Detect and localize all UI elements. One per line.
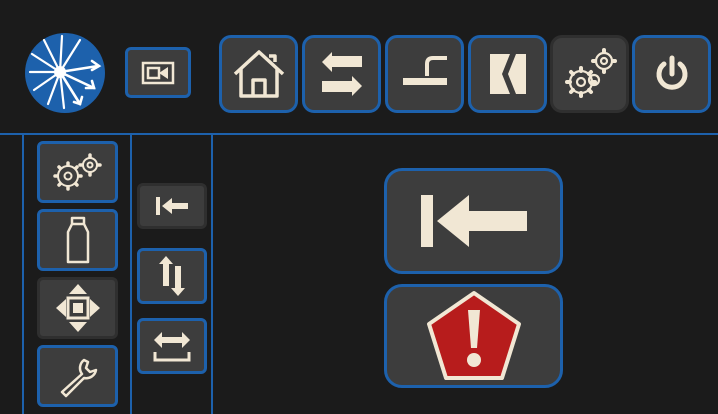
swap-icon <box>321 52 362 96</box>
warning-icon <box>426 291 521 380</box>
sidebar-weight-button[interactable] <box>37 209 118 271</box>
sidebar-gears-button[interactable] <box>37 141 118 203</box>
main-move-left-button[interactable] <box>384 168 563 274</box>
horizontal-span-icon <box>153 332 191 362</box>
power-icon <box>656 55 687 90</box>
move-left-icon <box>420 195 527 247</box>
wrench-icon <box>60 358 97 398</box>
gears-button-selected[interactable] <box>550 35 629 113</box>
camera-button[interactable] <box>125 47 191 98</box>
home-icon <box>233 50 284 98</box>
bench-button[interactable] <box>385 35 464 113</box>
subbar-move-left-button-selected[interactable] <box>137 183 207 229</box>
machine-control-screen <box>0 0 718 414</box>
alignment-icon <box>489 54 526 94</box>
panel-left-border <box>22 133 24 414</box>
home-button[interactable] <box>219 35 298 113</box>
panel-top-border <box>0 133 718 135</box>
camera-icon <box>141 61 175 84</box>
subbar-divider <box>211 133 213 414</box>
logo <box>22 30 108 116</box>
subbar-vertical-button[interactable] <box>137 248 207 304</box>
sidebar-wrench-button[interactable] <box>37 345 118 407</box>
gears-icon <box>52 153 102 191</box>
subbar-horizontal-span-button[interactable] <box>137 318 207 374</box>
sidebar-divider <box>130 133 132 414</box>
move-left-icon <box>156 197 188 215</box>
vertical-arrows-icon <box>159 256 185 296</box>
power-button[interactable] <box>632 35 711 113</box>
bench-icon <box>402 56 447 85</box>
sidebar-move-button-selected[interactable] <box>37 277 118 339</box>
swap-button[interactable] <box>302 35 381 113</box>
move-arrows-icon <box>55 284 100 332</box>
alignment-button[interactable] <box>468 35 547 113</box>
main-warning-button[interactable] <box>384 284 563 388</box>
starburst-logo-icon <box>25 33 105 113</box>
gears-icon <box>564 48 617 98</box>
weight-icon <box>66 216 89 264</box>
